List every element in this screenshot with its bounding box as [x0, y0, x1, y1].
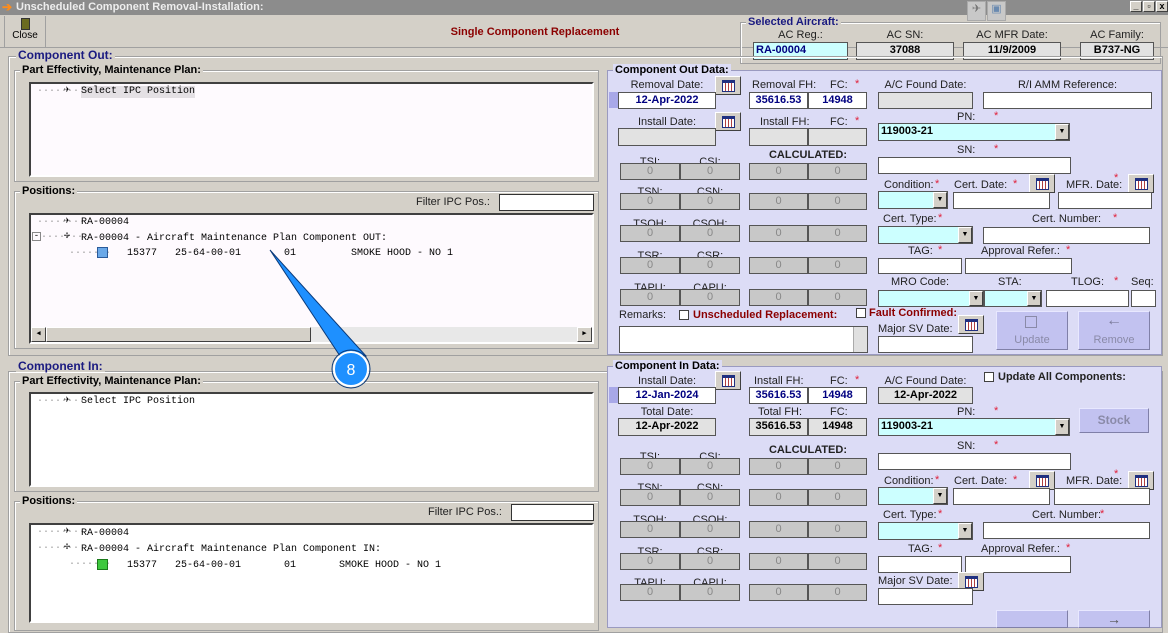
- callout-pointer: [269, 249, 368, 357]
- app-window: ➔ Unscheduled Component Removal-Installa…: [0, 0, 1168, 633]
- callout-number: 8: [347, 362, 356, 379]
- callout-annotation: 8: [269, 249, 371, 389]
